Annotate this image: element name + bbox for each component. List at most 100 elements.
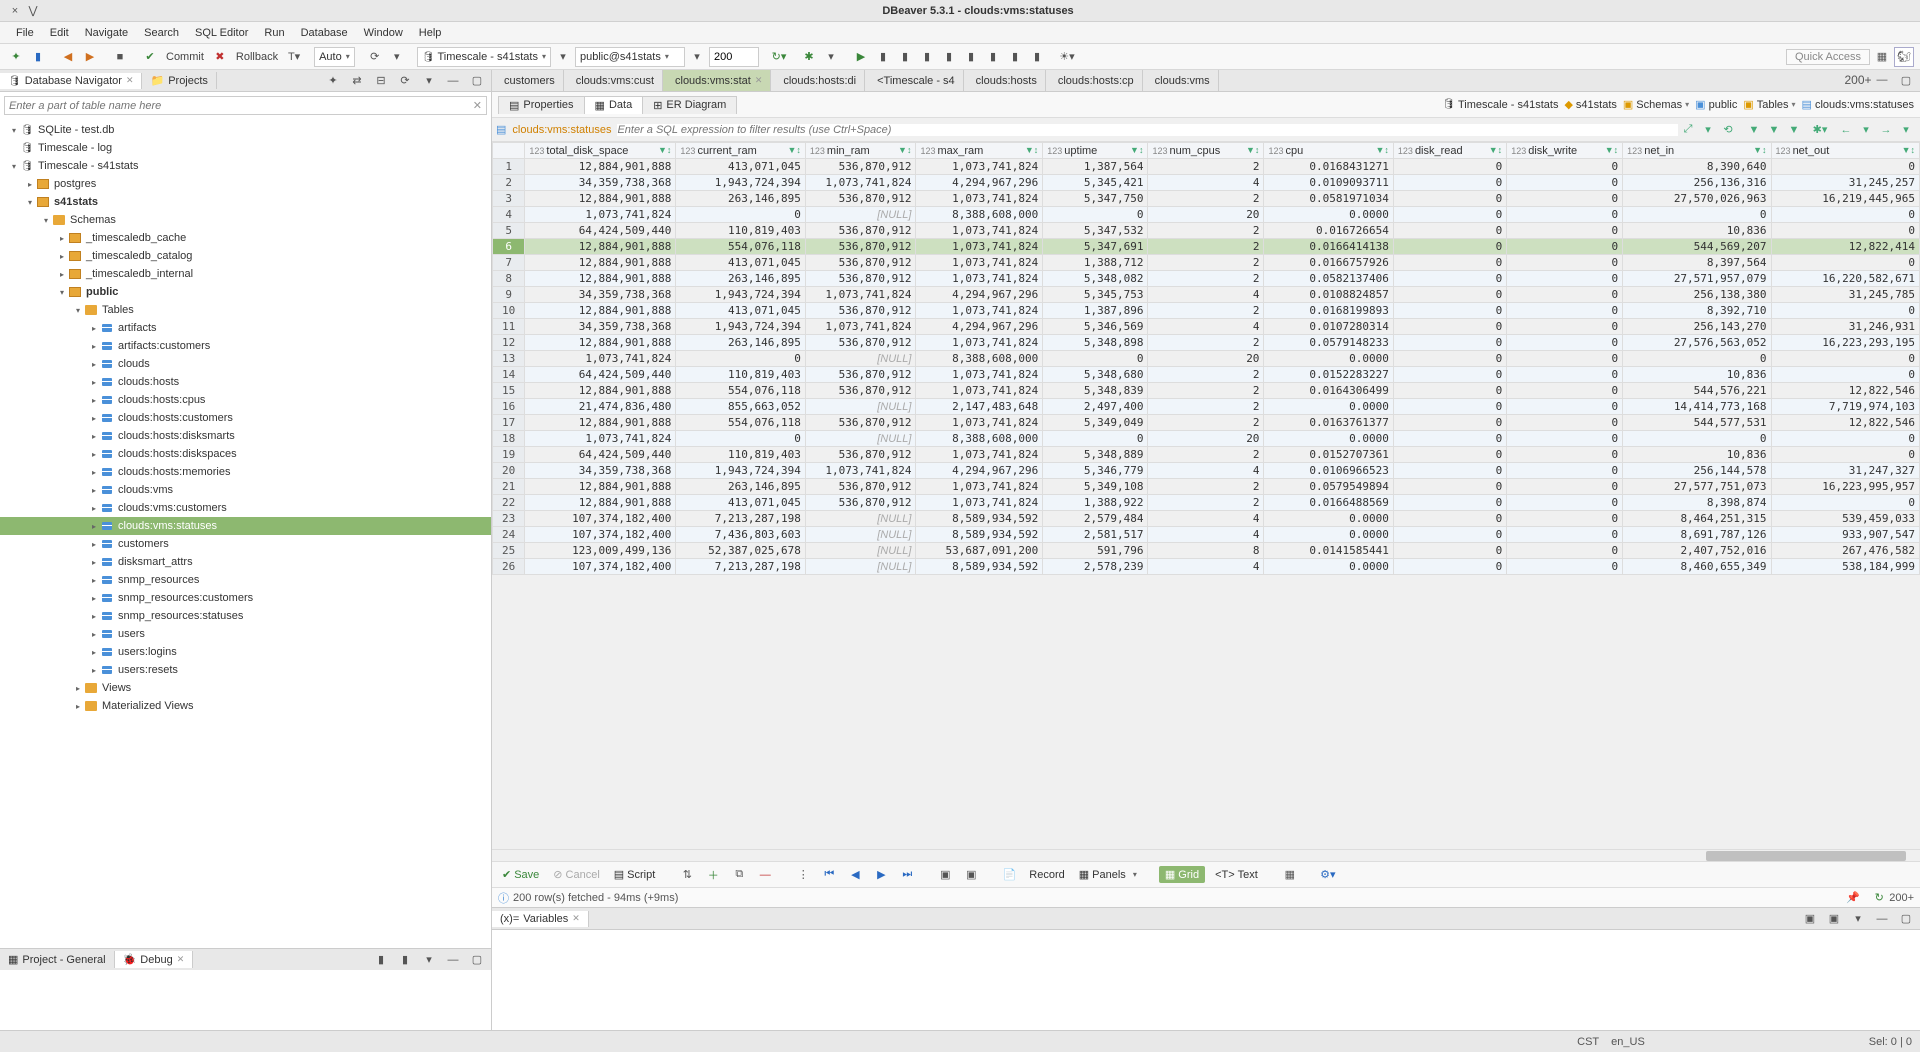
cell[interactable]: 0 [1771,159,1919,175]
cell[interactable]: 1,943,724,394 [676,463,805,479]
cell[interactable]: 1,073,741,824 [916,383,1043,399]
cell[interactable]: 536,870,912 [805,335,916,351]
cell[interactable]: 0 [1393,431,1506,447]
cell[interactable]: 0 [1393,543,1506,559]
cell[interactable]: 0 [1771,495,1919,511]
tree-arrow-icon[interactable]: ▾ [8,162,20,171]
tree-arrow-icon[interactable]: ▸ [88,558,100,567]
cell[interactable]: 0 [1507,463,1623,479]
cell[interactable]: 12,822,546 [1771,383,1919,399]
cell[interactable]: 0 [1623,207,1771,223]
cell[interactable]: 8,388,608,000 [916,431,1043,447]
table-row[interactable]: 564,424,509,440110,819,403536,870,9121,0… [493,223,1920,239]
cell[interactable]: 8,392,710 [1623,303,1771,319]
menu-window[interactable]: Window [356,27,411,39]
cell[interactable]: 0 [1507,431,1623,447]
tree-arrow-icon[interactable]: ▸ [88,342,100,351]
cell[interactable]: 267,476,582 [1771,543,1919,559]
cell[interactable]: 0.0000 [1264,351,1393,367]
cell[interactable]: 0.0107280314 [1264,319,1393,335]
conn-edit-icon[interactable]: ⟳ [365,47,385,67]
filter-expression-input[interactable] [617,124,1678,136]
cell[interactable]: 10,836 [1623,223,1771,239]
cell[interactable]: 0 [1507,255,1623,271]
cell[interactable]: 16,223,293,195 [1771,335,1919,351]
cell[interactable]: 27,576,563,052 [1623,335,1771,351]
cell[interactable]: 1,073,741,824 [805,319,916,335]
cell[interactable]: 5,348,680 [1043,367,1148,383]
tree-item-clouds-hosts[interactable]: ▸clouds:hosts [0,373,491,391]
cell[interactable]: 2,147,483,648 [916,399,1043,415]
tree-item-sqlite---test.db[interactable]: ▾SQLite - test.db [0,121,491,139]
cell[interactable]: 5,348,889 [1043,447,1148,463]
cell[interactable]: 0 [1507,367,1623,383]
cell[interactable]: 554,076,118 [676,383,805,399]
cell[interactable]: 0 [1507,479,1623,495]
tree-arrow-icon[interactable]: ▸ [72,684,84,693]
commit-label[interactable]: Commit [162,51,208,63]
row-number[interactable]: 23 [493,511,525,527]
cell[interactable]: 5,349,049 [1043,415,1148,431]
cell[interactable]: 4,294,967,296 [916,287,1043,303]
column-header-current-ram[interactable]: 123current_ram▼↕ [676,143,805,159]
tree-item-snmp_resources-customers[interactable]: ▸snmp_resources:customers [0,589,491,607]
column-header-total-disk-space[interactable]: 123total_disk_space▼↕ [525,143,676,159]
cell[interactable]: 16,223,995,957 [1771,479,1919,495]
tree-arrow-icon[interactable]: ▾ [56,288,68,297]
cell[interactable]: 31,245,257 [1771,175,1919,191]
cell[interactable]: 8,691,787,126 [1623,527,1771,543]
link-icon[interactable]: ⇄ [347,71,367,91]
cell[interactable]: 0 [1507,527,1623,543]
cell[interactable]: 0 [1507,447,1623,463]
execute-icon[interactable]: ↻▾ [769,47,789,67]
cell[interactable]: 12,884,901,888 [525,303,676,319]
cell[interactable]: 2,407,752,016 [1623,543,1771,559]
editor-tab-clouds-vms-cust[interactable]: clouds:vms:cust [564,70,663,91]
cell[interactable]: 0.0152283227 [1264,367,1393,383]
cell[interactable]: 933,907,547 [1771,527,1919,543]
tree-item-disksmart_attrs[interactable]: ▸disksmart_attrs [0,553,491,571]
row-number[interactable]: 2 [493,175,525,191]
cell[interactable]: 1,073,741,824 [916,239,1043,255]
cell[interactable]: 0 [1393,399,1506,415]
record-button[interactable]: Record [1025,867,1068,883]
tree-arrow-icon[interactable]: ▾ [8,126,20,135]
table-row[interactable]: 712,884,901,888413,071,045536,870,9121,0… [493,255,1920,271]
breadcrumb-table[interactable]: clouds:vms:statuses [1815,99,1914,111]
cell[interactable]: 0.0000 [1264,527,1393,543]
tree-arrow-icon[interactable]: ▾ [40,216,52,225]
cell[interactable]: 0 [1507,319,1623,335]
row-number[interactable]: 3 [493,191,525,207]
cell[interactable]: 12,884,901,888 [525,495,676,511]
cell[interactable]: 0 [1507,207,1623,223]
cell[interactable]: 536,870,912 [805,239,916,255]
cell[interactable]: 0.0166488569 [1264,495,1393,511]
cell[interactable]: 0 [1771,351,1919,367]
row-number[interactable]: 17 [493,415,525,431]
cell[interactable]: 34,359,738,368 [525,175,676,191]
cell[interactable]: 7,213,287,198 [676,559,805,575]
cell[interactable]: 16,219,445,965 [1771,191,1919,207]
menu-sql-editor[interactable]: SQL Editor [187,27,256,39]
cell[interactable]: 1,073,741,824 [525,207,676,223]
table-row[interactable]: 1464,424,509,440110,819,403536,870,9121,… [493,367,1920,383]
tree-item-timescale---s41stats[interactable]: ▾Timescale - s41stats [0,157,491,175]
cell[interactable]: 1,073,741,824 [916,255,1043,271]
cell[interactable]: 34,359,738,368 [525,319,676,335]
cell[interactable]: 1,073,741,824 [805,175,916,191]
close-icon[interactable]: ✕ [177,954,185,965]
nav-forward-icon[interactable]: → [1876,121,1896,139]
step2-icon[interactable]: ▮ [895,47,915,67]
cell[interactable]: 0 [1507,415,1623,431]
cell[interactable]: 0.0163761377 [1264,415,1393,431]
cell[interactable]: 27,571,957,079 [1623,271,1771,287]
cell[interactable]: 256,138,380 [1623,287,1771,303]
cell[interactable]: 27,577,751,073 [1623,479,1771,495]
cell[interactable]: 0 [1393,383,1506,399]
commit-mode-dropdown[interactable]: Auto [314,47,355,67]
minimize-pane-icon[interactable]: — [443,71,463,91]
cell[interactable]: 4 [1148,175,1264,191]
cell[interactable]: 0.0152707361 [1264,447,1393,463]
cell[interactable]: 0 [1393,479,1506,495]
cell[interactable]: 0 [1393,511,1506,527]
